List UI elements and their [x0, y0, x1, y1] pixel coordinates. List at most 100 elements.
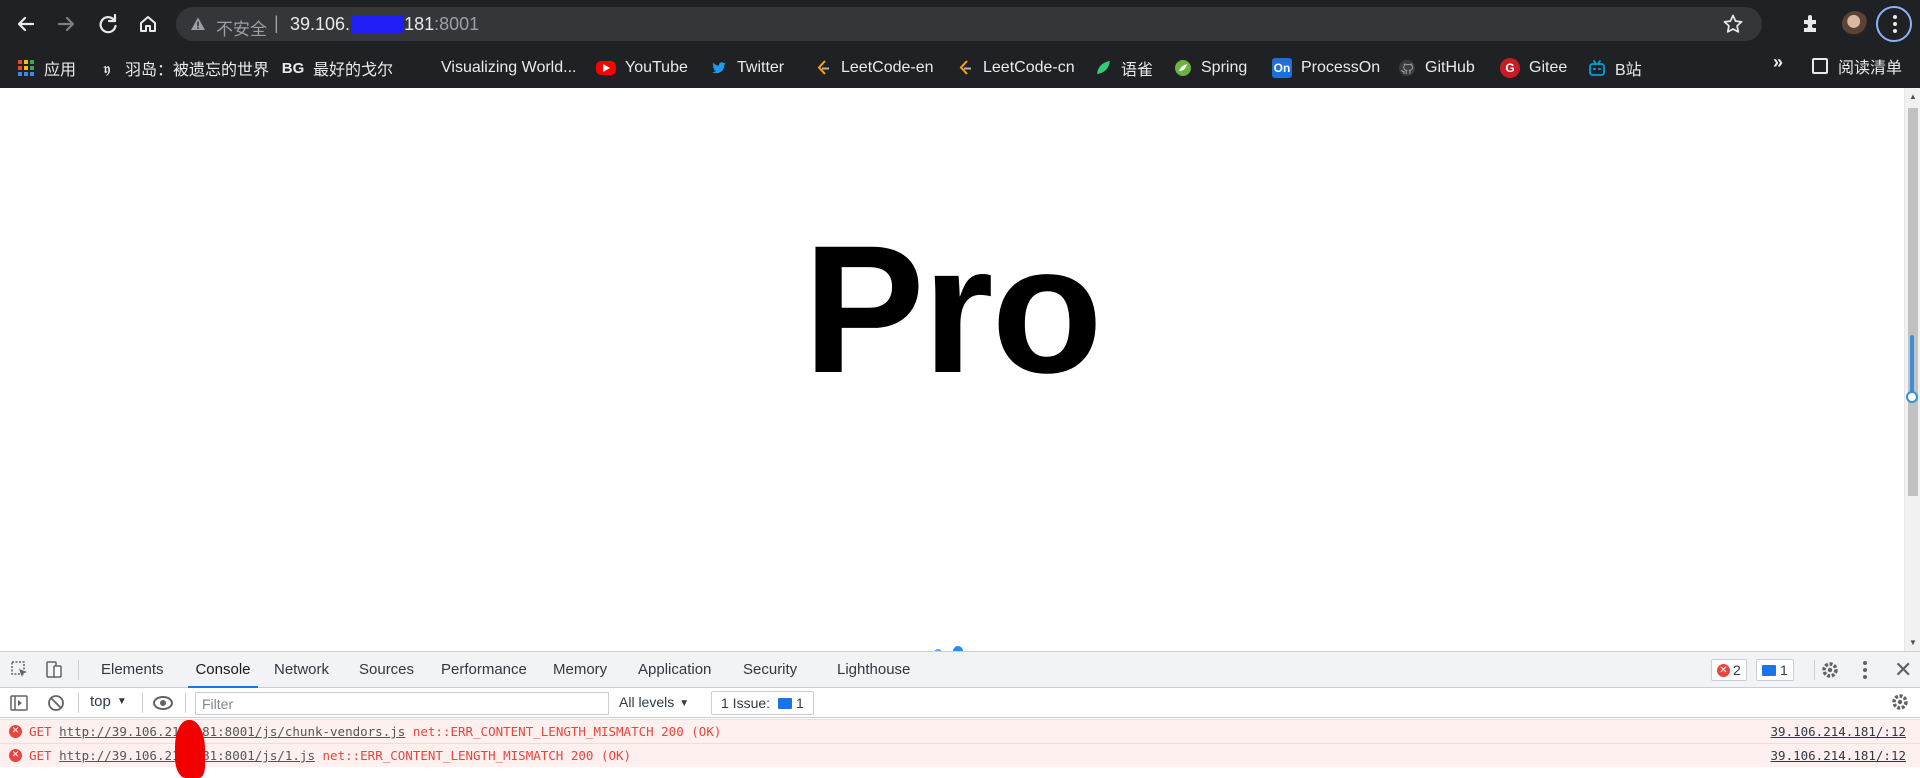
bilibili-icon	[1589, 60, 1605, 76]
bookmark-label: LeetCode-en	[841, 59, 934, 76]
error-icon: ✕	[9, 749, 22, 762]
devtools-more-icon[interactable]	[1855, 659, 1875, 681]
home-button[interactable]	[134, 10, 162, 38]
processon-icon: On	[1272, 58, 1292, 78]
browser-menu-button[interactable]	[1876, 6, 1912, 42]
caret-down-icon: ▼	[679, 698, 690, 709]
yuque-icon	[1097, 61, 1110, 74]
toolbar-divider	[185, 693, 186, 713]
console-error-row[interactable]: ✕ GET http://39.106.214.181:8001/js/1.js…	[0, 743, 1920, 767]
scroll-up-arrow-icon[interactable]: ▲	[1909, 92, 1917, 101]
message-count: 1	[1780, 662, 1788, 678]
spring-icon	[1175, 60, 1191, 76]
url-text: 39.106. 181:8001	[290, 14, 479, 35]
bookmark-label: B站	[1615, 62, 1642, 79]
puzzle-icon[interactable]	[1800, 12, 1822, 34]
reading-list-icon	[1812, 58, 1828, 74]
bookmark-label: GitHub	[1425, 59, 1475, 76]
console-settings-gear-icon[interactable]	[1890, 692, 1910, 712]
bookmark-processon[interactable]: On ProcessOn	[1272, 54, 1380, 82]
youtube-icon	[596, 61, 616, 75]
clear-console-icon[interactable]	[46, 693, 66, 713]
thermometer-widget[interactable]	[1906, 335, 1918, 403]
message-icon	[1762, 664, 1776, 676]
tab-network[interactable]: Network	[272, 652, 331, 688]
context-value: top	[90, 693, 111, 710]
log-levels-dropdown[interactable]: All levels ▼	[619, 694, 689, 710]
live-expression-eye-icon[interactable]	[153, 696, 173, 710]
bookmark-yudao[interactable]: 𝔶 羽岛：被遗忘的世界	[98, 54, 269, 82]
bookmark-bilibili[interactable]: B站	[1588, 54, 1642, 82]
log-method: GET	[29, 748, 52, 763]
reading-list-button[interactable]: 阅读清单	[1812, 54, 1902, 78]
issues-count: 1	[796, 695, 804, 711]
message-count-badge[interactable]: 1	[1756, 659, 1794, 681]
back-button[interactable]	[12, 10, 40, 38]
tab-memory[interactable]: Memory	[551, 652, 609, 688]
apps-grid-icon	[18, 60, 34, 76]
bookmark-spring[interactable]: Spring	[1174, 54, 1247, 82]
menu-dot	[1893, 29, 1897, 33]
tab-elements[interactable]: Elements	[99, 652, 166, 688]
bookmark-label: 语雀	[1121, 62, 1154, 79]
profile-avatar[interactable]	[1842, 11, 1868, 37]
tab-application[interactable]: Application	[636, 652, 713, 688]
bookmark-gitee[interactable]: G Gitee	[1500, 54, 1567, 82]
more-bookmarks-button[interactable]: »	[1773, 52, 1783, 73]
reload-icon	[99, 13, 117, 34]
error-count-badge[interactable]: ✕ 2	[1711, 659, 1747, 681]
bookmark-twitter[interactable]: Twitter	[710, 54, 784, 82]
settings-gear-icon[interactable]	[1820, 660, 1840, 680]
globe-icon	[414, 59, 432, 77]
issues-button[interactable]: 1 Issue: 1	[711, 691, 814, 715]
twitter-icon	[712, 62, 726, 74]
error-count: 2	[1733, 662, 1741, 678]
tab-security[interactable]: Security	[741, 652, 799, 688]
url-port: :8001	[434, 14, 480, 34]
log-url-link[interactable]: http://39.106.214.181:8001/js/chunk-vend…	[59, 724, 405, 739]
toolbar-divider	[142, 693, 143, 713]
bookmark-label: Gitee	[1529, 59, 1568, 76]
sidebar-toggle-icon[interactable]	[9, 693, 29, 713]
toolbar-divider	[1814, 660, 1815, 680]
star-icon[interactable]	[1722, 13, 1744, 35]
bookmark-visualizing-world[interactable]: Visualizing World...	[414, 54, 576, 82]
address-bar[interactable]: 不安全 | 39.106. 181:8001	[176, 7, 1762, 41]
tab-sources[interactable]: Sources	[357, 652, 416, 688]
url-separator: |	[274, 13, 279, 33]
bookmark-apps[interactable]: 应用	[18, 54, 76, 82]
issues-label: 1 Issue:	[721, 695, 771, 711]
log-source-link[interactable]: 39.106.214.181/:12	[1771, 744, 1906, 767]
scroll-thumb[interactable]	[1908, 108, 1918, 496]
toolbar-divider	[78, 660, 79, 680]
console-filter-input[interactable]	[195, 692, 609, 715]
thermometer-knob	[1906, 391, 1918, 403]
home-icon	[140, 16, 156, 32]
context-selector[interactable]: top ▼	[90, 693, 127, 710]
tab-performance[interactable]: Performance	[439, 652, 529, 688]
bookmark-label: Spring	[1201, 59, 1248, 76]
bookmark-leetcode-en[interactable]: LeetCode-en	[814, 54, 934, 82]
tab-console[interactable]: Console	[188, 652, 258, 688]
redaction-mark	[175, 720, 205, 778]
bookmark-label: YouTube	[625, 59, 688, 76]
log-source-link[interactable]: 39.106.214.181/:12	[1771, 720, 1906, 743]
bookmark-label: 应用	[44, 62, 77, 79]
console-toolbar: top ▼ All levels ▼ 1 Issue: 1	[0, 688, 1920, 718]
inspect-element-icon[interactable]	[10, 660, 30, 680]
device-toolbar-icon[interactable]	[44, 660, 64, 680]
close-devtools-icon[interactable]: ✕	[1894, 657, 1912, 683]
bookmark-yuque[interactable]: 语雀	[1094, 54, 1153, 82]
bookmark-label: LeetCode-cn	[983, 59, 1075, 76]
forward-button[interactable]	[52, 10, 80, 38]
bookmark-leetcode-cn[interactable]: LeetCode-cn	[956, 54, 1075, 82]
scroll-down-arrow-icon[interactable]: ▼	[1909, 638, 1917, 647]
log-error-text: net::ERR_CONTENT_LENGTH_MISMATCH 200 (OK…	[412, 724, 722, 739]
tab-lighthouse[interactable]: Lighthouse	[835, 652, 912, 688]
reload-button[interactable]	[94, 10, 122, 38]
bookmark-github[interactable]: GitHub	[1398, 54, 1475, 82]
bookmark-label: 羽岛：被遗忘的世界	[125, 62, 270, 79]
console-error-row[interactable]: ✕ GET http://39.106.214.181:8001/js/chun…	[0, 719, 1920, 743]
bookmark-youtube[interactable]: YouTube	[596, 54, 688, 82]
bookmark-bg[interactable]: BG 最好的戈尔	[282, 54, 393, 82]
